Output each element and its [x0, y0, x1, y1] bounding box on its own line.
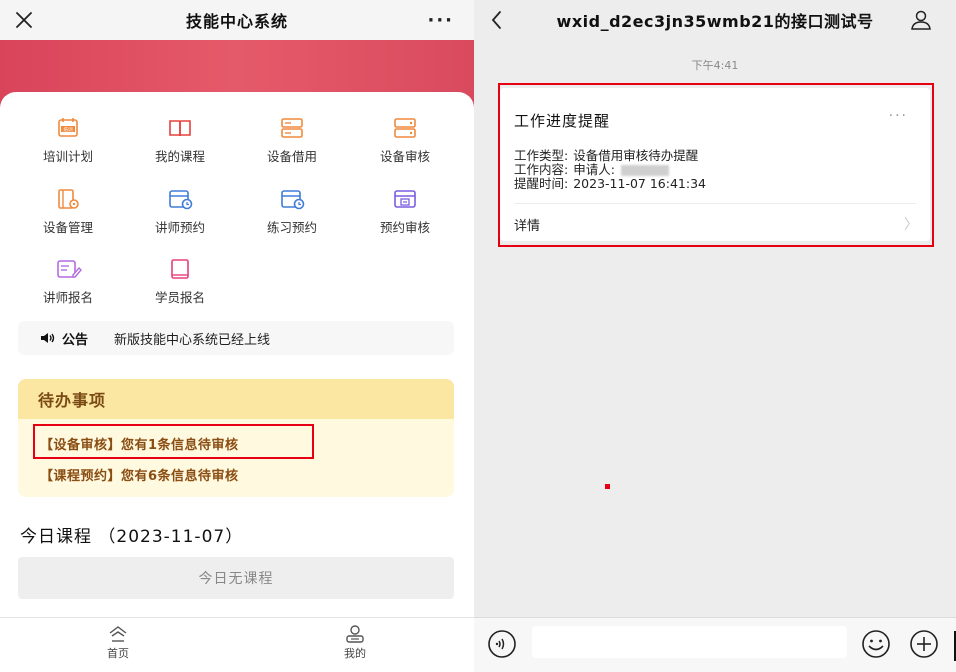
training-badge-text: 培训: [63, 126, 73, 133]
user-icon: [346, 625, 364, 643]
profile-icon[interactable]: [910, 9, 932, 31]
grid-item-device-borrow[interactable]: 设备借用: [236, 116, 348, 174]
grid-item-my-courses[interactable]: 我的课程: [124, 116, 236, 174]
notice-label: 公告: [62, 332, 89, 348]
bottom-tabbar: 首页 我的: [0, 617, 474, 672]
grid-label: 学员报名: [154, 290, 205, 305]
student-signup-icon: [171, 259, 189, 279]
tab-label: 首页: [107, 647, 129, 660]
close-icon[interactable]: [12, 8, 36, 32]
todo-title: 待办事项: [18, 379, 454, 419]
training-plan-icon: 培训: [58, 118, 78, 137]
plus-icon[interactable]: [908, 628, 940, 660]
more-menu-button[interactable]: ···: [427, 10, 454, 31]
lecturer-booking-icon: [169, 190, 193, 210]
grid-item-practice-booking[interactable]: 练习预约: [236, 187, 348, 245]
skill-center-app: 技能中心系统 ··· 培训 培训计划 我的课程 设备借用 设备审核 设备管理 讲…: [0, 0, 474, 672]
grid-item-device-review[interactable]: 设备审核: [349, 116, 461, 174]
practice-booking-icon: [281, 190, 305, 210]
back-arrow-icon[interactable]: [488, 9, 506, 31]
todo-item-course-booking[interactable]: 【课程预约】您有6条信息待审核: [40, 465, 239, 484]
today-courses-title: 今日课程 （2023-11-07）: [20, 527, 244, 547]
message-timestamp: 下午4:41: [691, 59, 739, 72]
grid-label: 设备借用: [266, 149, 317, 164]
grid-item-student-signup[interactable]: 学员报名: [124, 257, 236, 315]
notice-bar[interactable]: 公告 新版技能中心系统已经上线: [18, 321, 454, 355]
highlight-box-todo: [33, 424, 314, 459]
home-icon: [109, 626, 127, 642]
notice-text: 新版技能中心系统已经上线: [114, 332, 271, 348]
grid-label: 设备审核: [379, 149, 430, 164]
grid-label: 预约审核: [379, 220, 430, 235]
right-topbar: wxid_d2ec3jn35wmb21的接口测试号: [474, 0, 956, 40]
grid-item-lecturer-booking[interactable]: 讲师预约: [124, 187, 236, 245]
device-borrow-icon: [281, 118, 303, 138]
tab-label: 我的: [344, 647, 366, 660]
red-marker: [605, 484, 610, 489]
grid-label: 培训计划: [42, 149, 93, 164]
app-title: 技能中心系统: [185, 12, 288, 31]
grid-label: 练习预约: [266, 220, 317, 235]
grid-item-device-manage[interactable]: 设备管理: [12, 187, 124, 245]
emoji-icon[interactable]: [860, 628, 892, 660]
left-topbar: 技能中心系统 ···: [0, 0, 474, 40]
tab-mine[interactable]: 我的: [315, 624, 395, 661]
chat-title: wxid_d2ec3jn35wmb21的接口测试号: [556, 12, 874, 31]
book-icon: [169, 120, 191, 137]
device-review-icon: [394, 118, 416, 138]
grid-label: 设备管理: [42, 220, 93, 235]
voice-icon[interactable]: [486, 628, 518, 660]
no-course-placeholder: 今日无课程: [18, 557, 454, 599]
device-manage-icon: [58, 189, 79, 209]
speaker-icon: [41, 333, 55, 343]
wechat-chat: wxid_d2ec3jn35wmb21的接口测试号 下午4:41 工作进度提醒 …: [474, 0, 956, 672]
tab-home[interactable]: 首页: [78, 624, 158, 661]
grid-label: 讲师报名: [42, 290, 93, 305]
message-input[interactable]: [532, 626, 847, 658]
grid-label: 讲师预约: [154, 220, 205, 235]
grid-item-booking-review[interactable]: 预约审核: [349, 187, 461, 245]
lecturer-signup-icon: [57, 260, 82, 278]
grid-item-training-plan[interactable]: 培训 培训计划: [12, 116, 124, 174]
booking-review-icon: [394, 190, 416, 208]
grid-item-lecturer-signup[interactable]: 讲师报名: [12, 257, 124, 315]
highlight-box-message: [498, 83, 934, 247]
grid-label: 我的课程: [154, 149, 205, 164]
chat-input-bar: [474, 617, 956, 672]
